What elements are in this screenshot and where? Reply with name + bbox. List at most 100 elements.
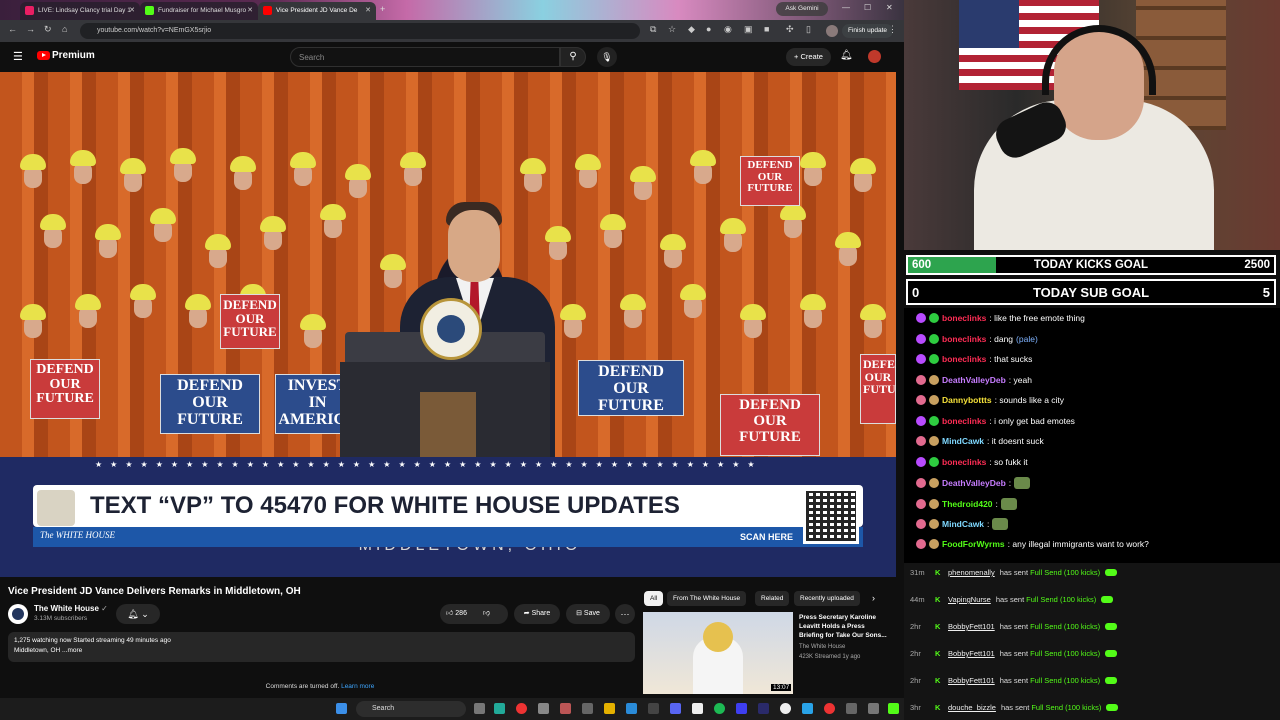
chat-username[interactable]: DeathValleyDeb	[942, 375, 1006, 385]
chat-username[interactable]: FoodForWyrms	[942, 539, 1005, 549]
app-icon[interactable]	[868, 703, 879, 714]
premiere-icon[interactable]	[758, 703, 769, 714]
extensions-puzzle-icon[interactable]: ✣	[786, 24, 794, 35]
app-icon[interactable]	[736, 703, 747, 714]
hamburger-menu-icon[interactable]: ☰	[13, 50, 23, 63]
thumbs-up-icon[interactable]: 👍︎	[446, 610, 453, 617]
chat-username[interactable]: MindCawk	[942, 436, 984, 446]
thumbs-down-icon[interactable]: 👎︎	[483, 610, 490, 617]
bookmark-star-icon[interactable]: ☆	[668, 24, 676, 35]
chrome-icon[interactable]	[516, 703, 527, 714]
bookmark-icon: ⊟	[576, 610, 582, 617]
related-video-thumbnail[interactable]	[643, 612, 793, 694]
chat-username[interactable]: Thedroid420	[942, 499, 993, 509]
chip-recently-uploaded[interactable]: Recently uploaded	[794, 591, 860, 606]
description-box[interactable]: 1,275 watching now Started streaming 49 …	[8, 632, 635, 662]
alert-username[interactable]: phenomenally	[948, 568, 995, 577]
like-dislike-group[interactable]: 👍︎ 286 👎︎	[440, 604, 508, 624]
alert-username[interactable]: douche_bizzle	[948, 703, 996, 712]
channel-avatar[interactable]	[8, 604, 28, 624]
tab-vance-remarks[interactable]: Vice President JD Vance De ✕	[258, 2, 376, 20]
finish-update-button[interactable]: Finish update	[842, 24, 894, 38]
extension-icon[interactable]: ●	[706, 24, 711, 34]
file-explorer-icon[interactable]	[604, 703, 615, 714]
youtube-premium-logo[interactable]: Premium	[37, 50, 95, 61]
app-icon[interactable]	[626, 703, 637, 714]
app-icon[interactable]	[692, 703, 703, 714]
kicks-target: 2500	[1244, 259, 1270, 271]
subscription-bell-button[interactable]: 🔔︎ ⌄	[116, 604, 160, 624]
app-icon[interactable]	[780, 703, 791, 714]
windows-start-icon[interactable]	[336, 703, 347, 714]
home-icon[interactable]: ⌂	[62, 24, 67, 34]
chat-username[interactable]: boneclinks	[942, 334, 986, 344]
app-icon[interactable]	[582, 703, 593, 714]
alert-username[interactable]: BobbyFett101	[948, 676, 995, 685]
extension-icon[interactable]: ■	[764, 24, 769, 34]
more-actions-button[interactable]: ⋯	[615, 604, 635, 624]
chat-username[interactable]: boneclinks	[942, 416, 986, 426]
tab-lindsay-clancy[interactable]: LIVE: Lindsay Clancy trial Day 1 ✕	[20, 2, 140, 20]
back-icon[interactable]: ←	[8, 24, 17, 34]
chip-related[interactable]: Related	[755, 591, 790, 606]
install-icon[interactable]: ⧉	[650, 24, 656, 35]
chat-username[interactable]: boneclinks	[942, 354, 986, 364]
close-window-icon[interactable]: ✕	[886, 3, 893, 12]
chip-from-white-house[interactable]: From The White House	[667, 591, 747, 606]
voice-search-button[interactable]: 🎙︎	[597, 47, 617, 67]
chat-message: boneclinks: dang (pale)	[916, 334, 1038, 344]
chat-username[interactable]: MindCawk	[942, 519, 984, 529]
extension-icon[interactable]: ◆	[688, 24, 695, 35]
kick-icon[interactable]	[888, 703, 899, 714]
extension-icon[interactable]: ▣	[744, 24, 753, 35]
close-tab-icon[interactable]: ✕	[365, 6, 371, 14]
discord-icon[interactable]	[670, 703, 681, 714]
search-button[interactable]: ⚲	[560, 47, 586, 67]
close-tab-icon[interactable]: ✕	[247, 6, 253, 14]
chevron-right-icon[interactable]: ›	[872, 593, 875, 603]
emote-icon	[1014, 477, 1031, 489]
channel-name[interactable]: The White House ✓	[34, 604, 108, 613]
video-player[interactable]: DEFEND OUR FUTURE DEFEND OUR FUTURE INVEST…	[0, 72, 896, 577]
obs-icon[interactable]	[560, 703, 571, 714]
alert-username[interactable]: BobbyFett101	[948, 622, 995, 631]
account-avatar[interactable]	[868, 50, 881, 63]
share-button[interactable]: ➦ Share	[514, 604, 560, 624]
extension-icon[interactable]: ◉	[724, 24, 732, 35]
chat-username[interactable]: DeathValleyDeb	[942, 478, 1006, 488]
sidebar-icon[interactable]: ▯	[806, 24, 811, 35]
minimize-icon[interactable]: —	[842, 3, 850, 12]
related-video-title[interactable]: Press Secretary Karoline Leavitt Holds a…	[799, 613, 891, 640]
app-icon[interactable]	[802, 703, 813, 714]
chat-username[interactable]: Dannybottts	[942, 395, 992, 405]
learn-more-link[interactable]: Learn more	[341, 683, 374, 690]
search-input[interactable]: Search	[290, 47, 560, 67]
spotify-icon[interactable]	[714, 703, 725, 714]
create-button[interactable]: + Create	[786, 48, 831, 66]
app-icon[interactable]	[824, 703, 835, 714]
task-view-icon[interactable]	[474, 703, 485, 714]
taskbar-search[interactable]: Search	[356, 701, 466, 717]
app-icon[interactable]	[538, 703, 549, 714]
maximize-icon[interactable]: ☐	[864, 3, 871, 12]
save-button[interactable]: ⊟ Save	[566, 604, 610, 624]
new-tab-icon[interactable]: +	[380, 4, 385, 14]
ask-gemini-button[interactable]: Ask Gemini	[776, 2, 828, 16]
notifications-bell-icon[interactable]: 🔔︎	[840, 50, 853, 61]
chip-all[interactable]: All	[644, 591, 664, 606]
alert-username[interactable]: VapingNurse	[948, 595, 991, 604]
close-tab-icon[interactable]: ✕	[129, 6, 135, 14]
forward-icon[interactable]: →	[26, 24, 35, 34]
profile-avatar[interactable]	[826, 25, 838, 37]
app-icon[interactable]	[648, 703, 659, 714]
chat-username[interactable]: boneclinks	[942, 313, 986, 323]
app-icon[interactable]	[846, 703, 857, 714]
edge-icon[interactable]	[494, 703, 505, 714]
reload-icon[interactable]: ↻	[44, 24, 52, 35]
alert-username[interactable]: BobbyFett101	[948, 649, 995, 658]
menu-dots-icon[interactable]: ⋮	[888, 24, 897, 35]
chat-username[interactable]: boneclinks	[942, 457, 986, 467]
url-field[interactable]: youtube.com/watch?v=NEmGX5srjio	[80, 23, 640, 39]
tab-fundraiser[interactable]: Fundraiser for Michael Musgro ✕	[140, 2, 258, 20]
related-channel[interactable]: The White House	[799, 644, 845, 650]
